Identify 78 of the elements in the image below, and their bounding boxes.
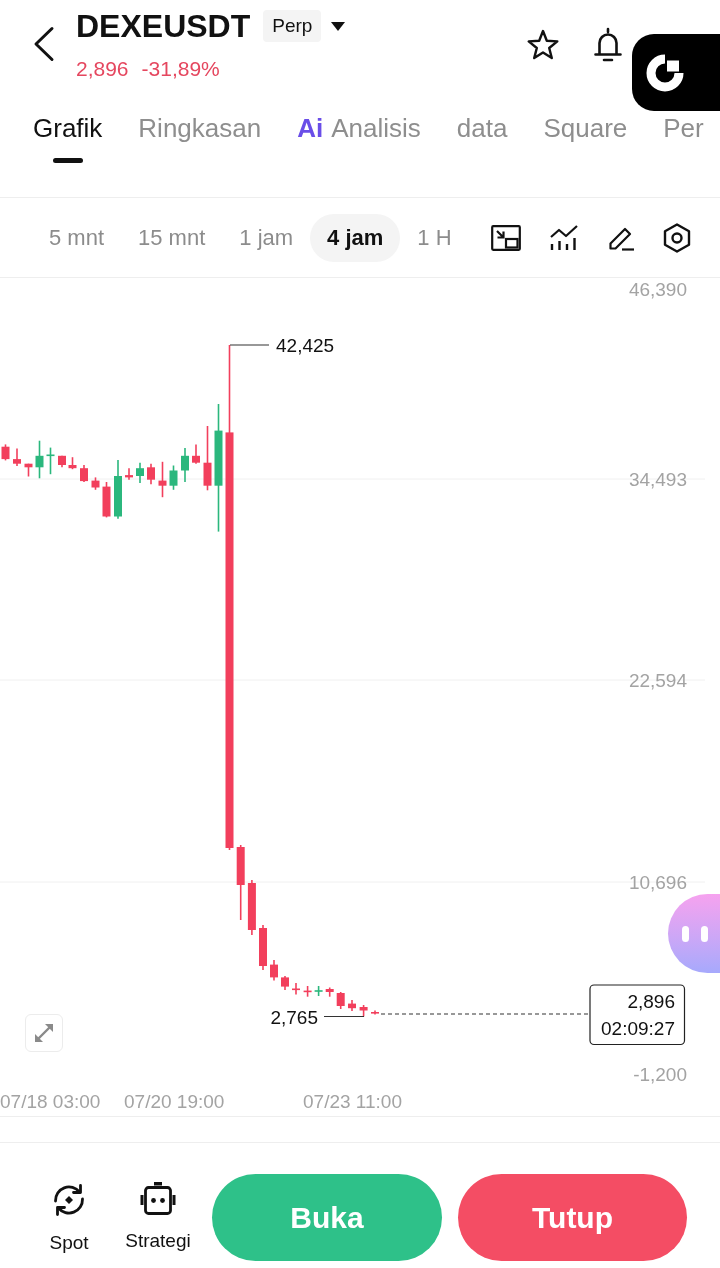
candle — [169, 464, 178, 491]
candle — [147, 462, 155, 486]
candle — [281, 975, 289, 991]
last-price-label: 2,896 — [627, 990, 675, 1012]
eyes-icon — [682, 925, 708, 942]
axis-label: -1,200 — [633, 1063, 687, 1085]
candle — [58, 455, 66, 469]
candle — [181, 447, 189, 483]
candle — [325, 986, 334, 998]
countdown-timer: 02:09:27 — [601, 1017, 675, 1039]
leader-line — [229, 344, 270, 346]
expand-button[interactable] — [25, 1014, 63, 1052]
candle — [158, 461, 167, 498]
timeframe-tab[interactable]: 1 jam — [222, 213, 311, 262]
robot-icon — [140, 1182, 176, 1216]
candle — [259, 924, 267, 971]
candle — [314, 985, 323, 997]
open-trade-button[interactable]: Buka — [212, 1174, 442, 1261]
candle — [303, 985, 312, 998]
ai-label: Ai — [297, 113, 324, 143]
price-change: -31,89% — [141, 56, 220, 82]
candle — [68, 456, 77, 470]
tab[interactable]: Grafik — [33, 113, 103, 165]
candle — [1, 443, 10, 462]
strategy-button[interactable]: Strategi — [123, 1174, 193, 1253]
candle — [270, 959, 278, 982]
candle — [13, 447, 21, 467]
candle — [192, 443, 200, 465]
high-price-label: 42,425 — [276, 334, 335, 356]
time-label: 07/20 19:00 — [124, 1090, 225, 1112]
candle — [359, 1004, 368, 1018]
caret-down-icon[interactable] — [331, 21, 346, 31]
axis-label: 10,696 — [628, 871, 687, 893]
expand-icon — [34, 1023, 54, 1043]
indicator-chart-icon[interactable] — [549, 223, 579, 252]
tab[interactable]: data — [456, 113, 508, 165]
candle — [102, 481, 111, 519]
candle — [114, 459, 122, 520]
candle — [336, 991, 345, 1010]
spot-button[interactable]: Spot — [39, 1174, 99, 1255]
symbol-title: DEXEUSDT — [76, 7, 251, 45]
picture-in-picture-icon[interactable] — [491, 224, 521, 251]
candle — [292, 982, 300, 996]
candle — [125, 467, 133, 481]
tab[interactable]: Per — [663, 113, 704, 165]
leader-line — [323, 1015, 365, 1018]
timeframe-tab[interactable]: 5 mnt — [32, 213, 122, 262]
axis-label: 34,493 — [628, 468, 687, 490]
axis-label: 46,390 — [628, 278, 687, 300]
candle — [80, 464, 88, 483]
back-icon[interactable] — [32, 26, 56, 62]
axis-label: 22,594 — [628, 669, 687, 691]
timeframe-tab[interactable]: 15 mnt — [121, 213, 223, 262]
time-label: 07/18 03:00 — [0, 1090, 101, 1112]
low-price-label: 2,765 — [270, 1006, 318, 1028]
settings-icon[interactable] — [663, 222, 691, 253]
close-trade-button[interactable]: Tutup — [458, 1174, 687, 1261]
time-label: 07/23 11:00 — [303, 1090, 402, 1112]
tab[interactable]: Ringkasan — [138, 113, 262, 165]
tab[interactable]: Square — [543, 113, 628, 165]
timeframe-tab[interactable]: 1 H — [400, 213, 469, 262]
candle — [35, 439, 44, 480]
candle — [203, 425, 212, 492]
star-icon[interactable] — [526, 29, 560, 61]
candle — [247, 879, 256, 936]
logo-tab[interactable] — [632, 34, 720, 111]
last-price: 2,896 — [76, 56, 129, 82]
contract-type-badge[interactable]: Perp — [263, 10, 322, 42]
bell-icon[interactable] — [593, 27, 623, 63]
candle — [91, 476, 100, 491]
candle — [348, 999, 356, 1012]
tab[interactable]: Ai Analisis — [297, 113, 421, 165]
candle — [136, 461, 144, 484]
candle — [24, 462, 33, 478]
candle — [371, 1009, 379, 1016]
timeframe-tab[interactable]: 4 jam — [310, 213, 401, 262]
candle — [46, 446, 55, 475]
sync-icon — [51, 1182, 87, 1218]
